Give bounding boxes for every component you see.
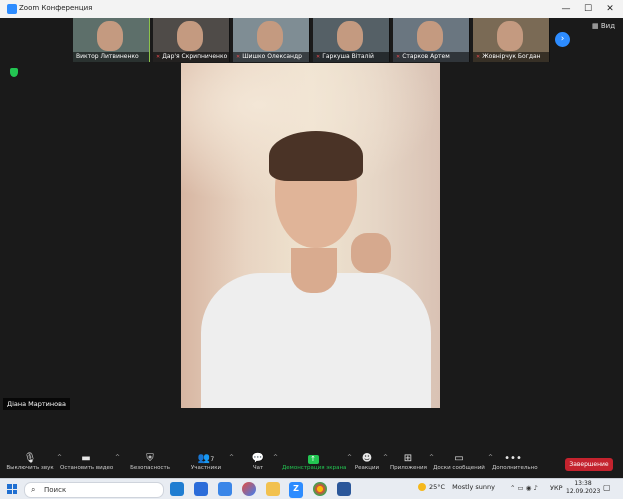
- zoom-logo-icon: [7, 4, 17, 14]
- participant-tile[interactable]: ✕ Шишко Олександр: [233, 18, 310, 62]
- participant-name: ✕ Дар'я Скрипниченко: [153, 52, 229, 62]
- more-dots-icon: •••: [504, 453, 522, 464]
- chevron-up-icon[interactable]: ^: [115, 454, 120, 461]
- participant-name: ✕ Старков Артем: [393, 52, 469, 62]
- participant-tile[interactable]: ✕ Старков Артем: [393, 18, 470, 62]
- end-meeting-button[interactable]: Завершение: [565, 458, 613, 471]
- speaker-video: [181, 63, 440, 408]
- word-app-icon[interactable]: [337, 482, 351, 496]
- windows-start-icon[interactable]: [7, 484, 17, 494]
- zoom-app-icon[interactable]: Z: [289, 482, 303, 498]
- edge-browser-icon[interactable]: [170, 482, 184, 496]
- view-button[interactable]: ▦ Вид: [592, 22, 615, 30]
- sun-icon: [418, 483, 426, 491]
- close-button[interactable]: ✕: [599, 0, 621, 18]
- whiteboard-icon: ▭: [454, 453, 464, 464]
- blue-app-icon[interactable]: [194, 482, 208, 496]
- minimize-button[interactable]: —: [555, 0, 577, 18]
- chevron-up-icon[interactable]: ^: [347, 454, 352, 461]
- share-screen-button[interactable]: ↑ Демонстрация экрана ^: [282, 452, 352, 478]
- muted-mic-icon: ✕: [236, 54, 241, 60]
- share-arrow-icon: ↑: [282, 452, 344, 465]
- camera-icon: ▬: [81, 453, 91, 464]
- language-indicator[interactable]: УКР: [550, 484, 563, 492]
- chat-button[interactable]: 💬 Чат ^: [246, 452, 278, 478]
- stop-video-button[interactable]: ▬ Остановить видео ^: [60, 452, 120, 478]
- participant-tile[interactable]: ✕ Гаркуша Віталій: [313, 18, 390, 62]
- maximize-button[interactable]: ☐: [577, 0, 599, 18]
- muted-mic-icon: ✕: [476, 54, 481, 60]
- chrome-browser-icon[interactable]: [313, 482, 327, 496]
- mute-button[interactable]: 🎙 Выключить звук ^: [6, 452, 62, 478]
- chevron-up-icon[interactable]: ^: [383, 454, 388, 461]
- search-icon: ⌕: [31, 485, 36, 494]
- encryption-shield-icon[interactable]: [10, 68, 18, 77]
- security-button[interactable]: ⛨ Безопасность: [128, 452, 172, 478]
- whiteboard-button[interactable]: ▭ Доски сообщений ^: [433, 452, 493, 478]
- taskbar-search-input[interactable]: ⌕ Поиск: [24, 482, 164, 498]
- apps-button[interactable]: ⊞ Приложения ^: [390, 452, 434, 478]
- participant-name: ✕ Гаркуша Віталій: [313, 52, 389, 62]
- smiley-icon: ☻: [361, 453, 373, 464]
- muted-mic-icon: ✕: [156, 54, 161, 60]
- participant-name: ✕ Шишко Олександр: [233, 52, 309, 62]
- weather-widget[interactable]: 25°C Mostly sunny: [418, 483, 495, 491]
- more-button[interactable]: ••• Дополнительно: [492, 452, 538, 478]
- windows-taskbar: ⌕ Поиск Z 25°C Mostly sunny ⌃ ▭ ◉ ♪ УКР …: [0, 478, 623, 499]
- next-page-button[interactable]: ›: [555, 32, 570, 47]
- chat-bubble-icon: 💬: [251, 453, 265, 464]
- participant-tile[interactable]: ✕ Жовнірчук Богдан: [473, 18, 550, 62]
- meeting-stage: Виктор Литвиненко ✕ Дар'я Скрипниченко ✕ Шиш…: [0, 18, 623, 450]
- participant-tile[interactable]: Виктор Литвиненко: [73, 18, 150, 62]
- microphone-icon: 🎙: [23, 453, 37, 464]
- title-bar: Zoom Конференция — ☐ ✕: [0, 0, 623, 19]
- muted-mic-icon: ✕: [316, 54, 321, 60]
- muted-mic-icon: ✕: [396, 54, 401, 60]
- participant-tile[interactable]: ✕ Дар'я Скрипниченко: [153, 18, 230, 62]
- view-label: Вид: [600, 22, 616, 30]
- speaker-name-label: Діана Мартинова: [3, 398, 70, 410]
- notification-icon[interactable]: ▢: [603, 483, 611, 492]
- reactions-button[interactable]: ☻ Реакции ^: [354, 452, 388, 478]
- meeting-toolbar: 🎙 Выключить звук ^ ▬ Остановить видео ^ …: [0, 450, 623, 478]
- participants-button[interactable]: 👥7 Участники ^: [186, 452, 234, 478]
- system-tray-icons[interactable]: ⌃ ▭ ◉ ♪: [510, 484, 538, 492]
- shield-icon: ⛨: [146, 453, 154, 464]
- file-explorer-icon[interactable]: [266, 482, 280, 496]
- paint-app-icon[interactable]: [242, 482, 256, 496]
- apps-grid-icon: ⊞: [403, 453, 413, 464]
- window-title: Zoom Конференция: [19, 4, 93, 12]
- chevron-up-icon[interactable]: ^: [229, 454, 234, 461]
- participant-name: Виктор Литвиненко: [73, 52, 149, 62]
- chevron-up-icon[interactable]: ^: [273, 454, 278, 461]
- settings-app-icon[interactable]: [218, 482, 232, 496]
- taskbar-clock[interactable]: 13:38 12.09.2023: [566, 480, 600, 496]
- participant-name: ✕ Жовнірчук Богдан: [473, 52, 549, 62]
- people-icon: 👥7: [197, 453, 215, 464]
